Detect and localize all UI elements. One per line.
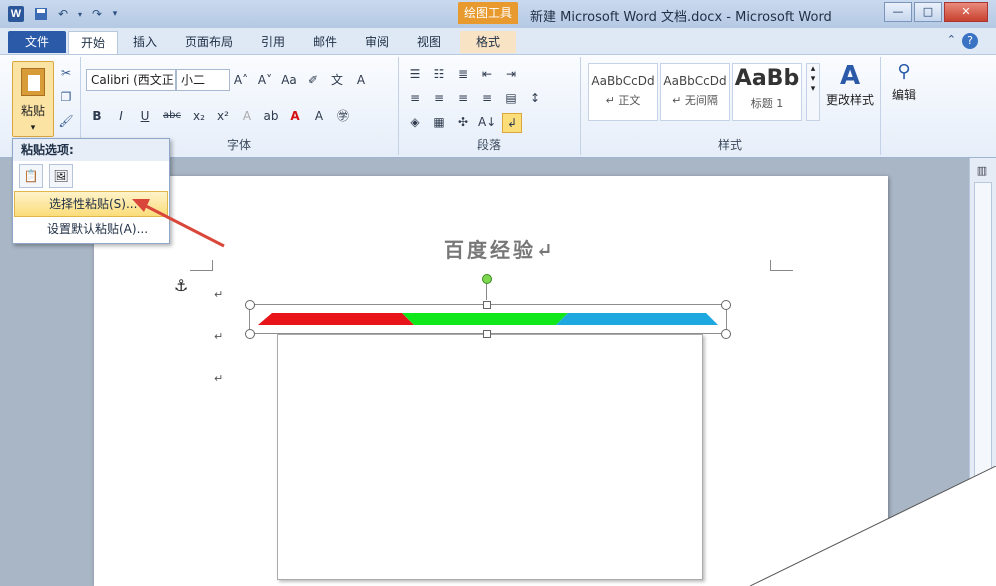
annotation-overlay (132, 199, 225, 248)
annotation-arrow (141, 202, 225, 248)
